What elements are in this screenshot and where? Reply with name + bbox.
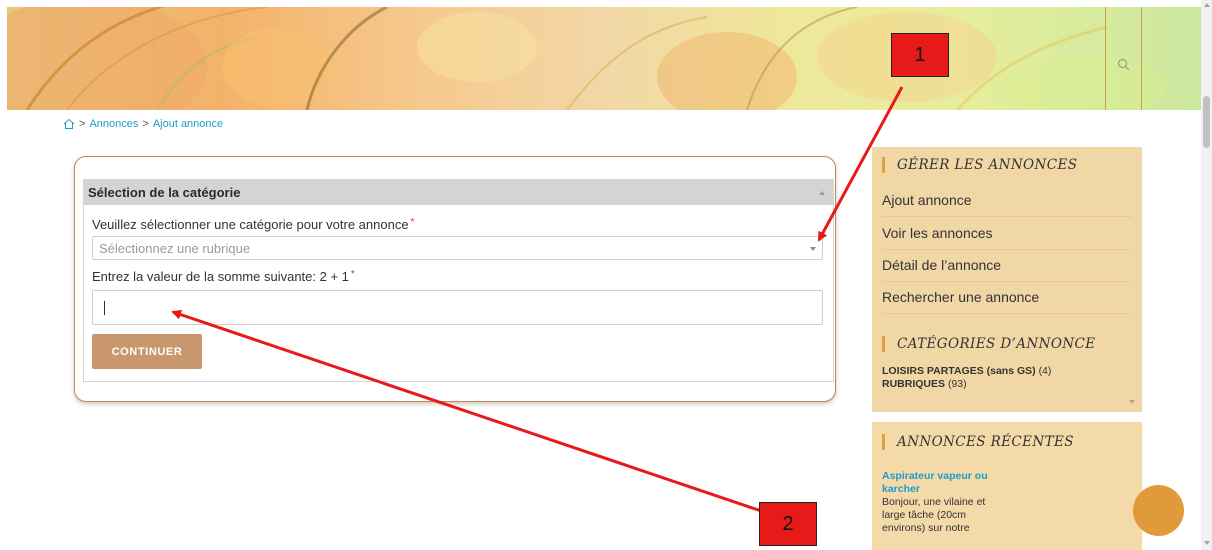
category-field-label: Veuillez sélectionner une catégorie pour… [92, 217, 414, 232]
manage-ads-title: Gérer les annonces [882, 157, 1077, 173]
category-count: (4) [1038, 365, 1052, 377]
category-item[interactable]: LOISIRS PARTAGES (sans GS) (4) [882, 365, 1051, 377]
recent-ad-excerpt-line: large tâche (20cm [882, 509, 967, 521]
categories-title: Catégories d’annonce [882, 336, 1096, 352]
sidebar-link-detail-annonce[interactable]: Détail de l’annonce [882, 257, 1132, 282]
sum-label-text: Entrez la valeur de la somme suivante: 2… [92, 269, 349, 284]
recent-ads-widget: Annonces récentes Aspirateur vapeur ou k… [872, 422, 1142, 550]
sidebar-link-rechercher-annonce[interactable]: Rechercher une annonce [882, 289, 1132, 314]
floating-action-button[interactable] [1133, 485, 1184, 536]
scroll-thumb[interactable] [1203, 96, 1210, 148]
scroll-down-arrow-icon[interactable] [1204, 541, 1210, 545]
search-button[interactable] [1116, 57, 1132, 73]
breadcrumb-separator: > [79, 118, 86, 130]
breadcrumb-ajout-annonce-link[interactable]: Ajout annonce [153, 118, 223, 130]
categories-widget: Catégories d’annonce LOISIRS PARTAGES (s… [872, 317, 1142, 412]
home-icon[interactable] [63, 118, 75, 130]
category-select[interactable]: Sélectionnez une rubrique [92, 236, 823, 260]
required-marker: * [350, 269, 355, 280]
breadcrumb: > Annonces > Ajout annonce [63, 118, 223, 130]
scroll-up-arrow-icon[interactable] [1204, 3, 1210, 7]
captcha-sum-input[interactable] [92, 290, 823, 325]
recent-ad-excerpt-line: environs) sur notre [882, 522, 970, 534]
banner-artwork [7, 7, 1167, 110]
collapse-arrow-icon[interactable] [819, 190, 825, 195]
chevron-down-icon [810, 247, 816, 251]
recent-ad-title-line[interactable]: Aspirateur vapeur ou [882, 470, 988, 483]
category-name[interactable]: LOISIRS PARTAGES (sans GS) [882, 365, 1036, 377]
search-icon[interactable] [1116, 57, 1132, 73]
annotation-label-1: 1 [891, 33, 949, 77]
annotation-label-2: 2 [759, 502, 817, 546]
breadcrumb-annonces-link[interactable]: Annonces [89, 118, 138, 130]
continue-button[interactable]: CONTINUER [92, 334, 202, 369]
sum-field-label: Entrez la valeur de la somme suivante: 2… [92, 269, 355, 284]
category-section: Sélection de la catégorie Veuillez sélec… [83, 179, 834, 382]
recent-ads-title: Annonces récentes [882, 434, 1074, 450]
header-search-area [1105, 7, 1142, 110]
section-title: Sélection de la catégorie [88, 185, 241, 200]
recent-ad-title-line[interactable]: karcher [882, 483, 920, 496]
page-scrollbar[interactable] [1201, 0, 1212, 550]
form-card: Sélection de la catégorie Veuillez sélec… [74, 156, 836, 402]
recent-ad-excerpt-line: Bonjour, une vilaine et [882, 496, 986, 508]
required-marker: * [410, 217, 415, 228]
category-count: (93) [947, 378, 967, 390]
header-banner [7, 7, 1201, 110]
section-header[interactable]: Sélection de la catégorie [84, 180, 833, 205]
category-name[interactable]: RUBRIQUES [882, 378, 945, 390]
category-label-text: Veuillez sélectionner une catégorie pour… [92, 217, 409, 232]
sidebar-link-ajout-annonce[interactable]: Ajout annonce [882, 192, 1132, 217]
breadcrumb-separator: > [142, 118, 149, 130]
sidebar-link-voir-annonces[interactable]: Voir les annonces [882, 225, 1132, 250]
category-item[interactable]: RUBRIQUES (93) [882, 378, 967, 390]
categories-scroll-down-icon[interactable] [1129, 400, 1135, 404]
manage-ads-widget: Gérer les annonces Ajout annonce Voir le… [872, 147, 1142, 317]
sidebar: Gérer les annonces Ajout annonce Voir le… [872, 147, 1142, 550]
category-select-placeholder: Sélectionnez une rubrique [99, 241, 251, 256]
text-cursor [104, 301, 105, 315]
